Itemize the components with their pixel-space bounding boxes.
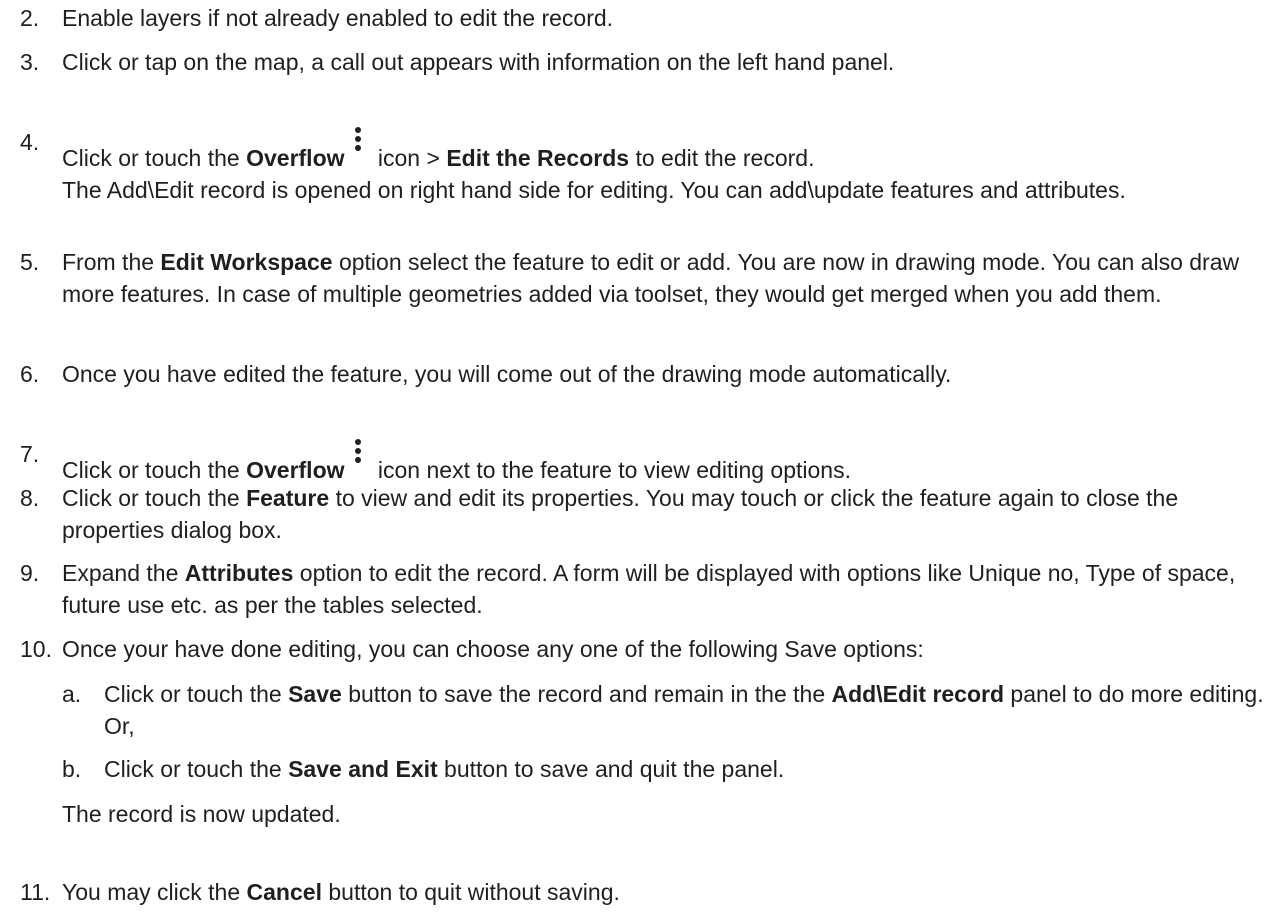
save-and-exit-label: Save and Exit — [288, 756, 438, 782]
step-2: 2. Enable layers if not already enabled … — [20, 2, 1277, 34]
step-text: Expand the Attributes option to edit the… — [62, 560, 1236, 618]
step-text: You may click the Cancel button to quit … — [62, 879, 620, 905]
step-6: 6. Once you have edited the feature, you… — [20, 358, 1277, 390]
step-number: 10. — [20, 636, 52, 662]
cancel-label: Cancel — [246, 879, 322, 905]
step-number: 9. — [20, 560, 40, 586]
step-10: 10. Once your have done editing, you can… — [20, 633, 1277, 665]
step-text: Click or tap on the map, a call out appe… — [62, 49, 895, 75]
edit-workspace-label: Edit Workspace — [160, 249, 333, 275]
overflow-icon — [353, 126, 363, 156]
step-note: The Add\Edit record is opened on right h… — [62, 177, 1126, 203]
add-edit-record-label: Add\Edit record — [831, 681, 1005, 707]
step-number: 4. — [20, 129, 40, 155]
substep-b: b. Click or touch the Save and Exit butt… — [62, 753, 1277, 785]
overflow-icon — [353, 438, 363, 468]
step-7: 7. Click or touch the Overflow icon next… — [20, 438, 1277, 486]
save-label: Save — [288, 681, 342, 707]
step-number: 8. — [20, 485, 40, 511]
overflow-label: Overflow — [246, 457, 345, 483]
step-text: Click or touch the Feature to view and e… — [62, 485, 1179, 543]
attributes-label: Attributes — [184, 560, 294, 586]
step-number: 2. — [20, 5, 40, 31]
step-number: 3. — [20, 49, 40, 75]
step-text: Enable layers if not already enabled to … — [62, 5, 614, 31]
substep-a: a. Click or touch the Save button to sav… — [62, 678, 1277, 742]
substep-letter: b. — [62, 756, 82, 782]
substep-text: Click or touch the Save and Exit button … — [104, 756, 785, 782]
step-number: 5. — [20, 249, 40, 275]
step-3: 3. Click or tap on the map, a call out a… — [20, 46, 1277, 78]
result-text: The record is now updated. — [62, 801, 341, 827]
step-9: 9. Expand the Attributes option to edit … — [20, 557, 1277, 621]
overflow-label: Overflow — [246, 145, 345, 171]
step-number: 7. — [20, 441, 40, 467]
substep-text: Click or touch the Save button to save t… — [104, 681, 1264, 739]
step-text: Once your have done editing, you can cho… — [62, 636, 924, 662]
step-number: 11. — [20, 879, 51, 905]
step-text: From the Edit Workspace option select th… — [62, 249, 1240, 307]
step-text: Click or touch the Overflow icon > Edit … — [62, 126, 1277, 206]
step-5: 5. From the Edit Workspace option select… — [20, 246, 1277, 310]
step-11: 11. You may click the Cancel button to q… — [20, 876, 1277, 908]
step-8: 8. Click or touch the Feature to view an… — [20, 482, 1277, 546]
feature-label: Feature — [246, 485, 330, 511]
step-4: 4. Click or touch the Overflow icon > Ed… — [20, 126, 1277, 206]
step-text: Click or touch the Overflow icon next to… — [62, 438, 1277, 486]
step-text: Once you have edited the feature, you wi… — [62, 361, 952, 387]
substep-letter: a. — [62, 681, 82, 707]
step-number: 6. — [20, 361, 40, 387]
edit-records-label: Edit the Records — [446, 145, 630, 171]
